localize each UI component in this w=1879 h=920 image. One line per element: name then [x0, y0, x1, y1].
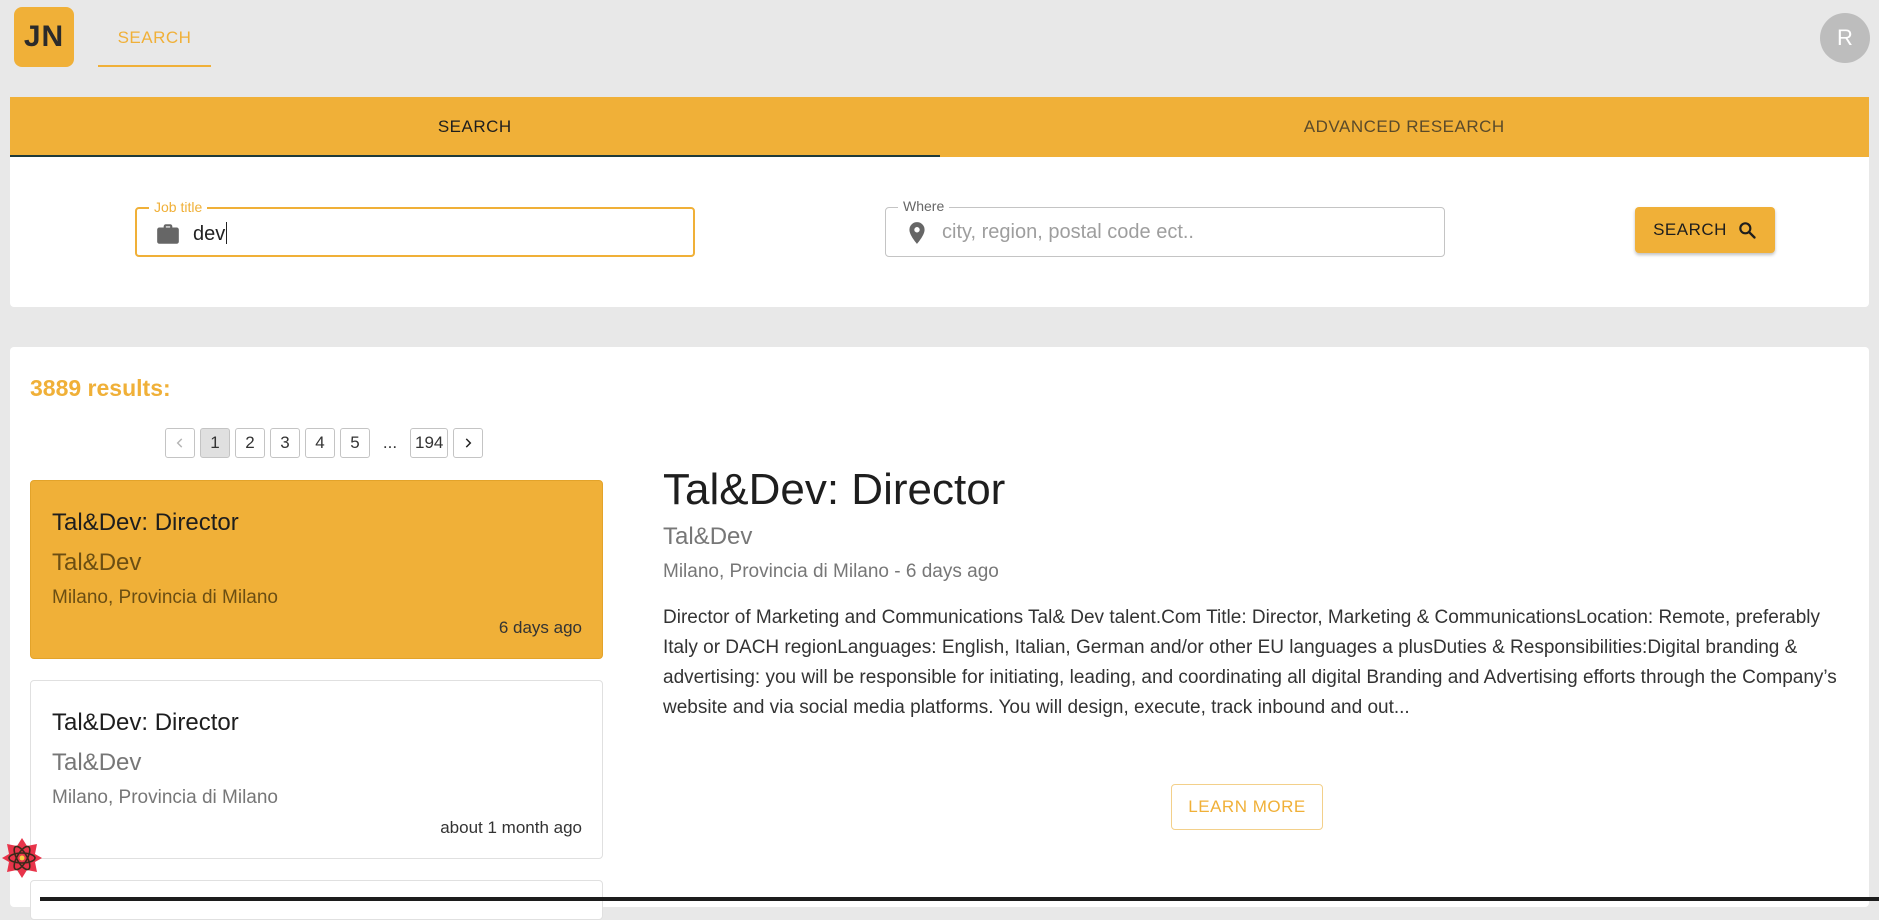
- search-button-label: SEARCH: [1653, 220, 1727, 239]
- where-field[interactable]: Where city, region, postal code ect..: [885, 198, 1445, 257]
- job-company: Tal&Dev: [52, 749, 142, 776]
- job-age: about 1 month ago: [440, 818, 582, 837]
- job-title: Tal&Dev: Director: [52, 509, 239, 536]
- page-button-1[interactable]: 1: [200, 428, 230, 458]
- next-page-button[interactable]: [453, 428, 484, 458]
- prev-page-button[interactable]: [165, 428, 195, 458]
- job-title-label: Job title: [149, 199, 208, 215]
- chevron-left-icon: [176, 438, 183, 448]
- detail-meta: Milano, Provincia di Milano - 6 days ago: [663, 561, 999, 582]
- job-title-field[interactable]: Job title dev: [135, 199, 695, 257]
- where-label: Where: [898, 198, 950, 214]
- job-list-item[interactable]: Tal&Dev: Director Tal&Dev Milano, Provin…: [30, 680, 603, 859]
- results-panel: 3889 results: 1 2 3 4 5 ... 194 Tal&Dev:…: [10, 347, 1869, 920]
- bottom-divider: [40, 897, 1879, 901]
- page-button-5[interactable]: 5: [340, 428, 370, 458]
- page-button-3[interactable]: 3: [270, 428, 300, 458]
- detail-title: Tal&Dev: Director: [663, 465, 1006, 514]
- briefcase-icon: [157, 224, 179, 244]
- job-location: Milano, Provincia di Milano: [52, 587, 278, 608]
- location-pin-icon: [909, 222, 925, 244]
- search-button[interactable]: SEARCH: [1635, 207, 1775, 253]
- search-tabs: SEARCH ADVANCED RESEARCH: [10, 97, 1869, 157]
- learn-more-button[interactable]: LEARN MORE: [1171, 784, 1323, 830]
- page-button-last[interactable]: 194: [410, 428, 449, 458]
- page-button-4[interactable]: 4: [305, 428, 335, 458]
- where-input[interactable]: city, region, postal code ect..: [942, 221, 1194, 244]
- tab-search[interactable]: SEARCH: [10, 97, 940, 157]
- user-avatar[interactable]: R: [1820, 13, 1870, 63]
- job-age: 6 days ago: [498, 618, 582, 637]
- pagination-ellipsis: ...: [382, 433, 398, 452]
- detail-company: Tal&Dev: [663, 523, 753, 550]
- job-title-input[interactable]: dev: [193, 222, 228, 246]
- job-list-item[interactable]: Tal&Dev: Director Tal&Dev Milano, Provin…: [30, 480, 603, 659]
- tab-advanced-research[interactable]: ADVANCED RESEARCH: [940, 97, 1870, 157]
- job-location: Milano, Provincia di Milano: [52, 787, 278, 808]
- app-logo[interactable]: JN: [14, 7, 74, 67]
- top-app-bar: JN SEARCH R: [0, 0, 1879, 78]
- nav-tab-search[interactable]: SEARCH: [98, 10, 211, 67]
- pagination: 1 2 3 4 5 ... 194: [165, 428, 484, 458]
- results-count: 3889 results:: [30, 375, 171, 401]
- detail-description: Director of Marketing and Communications…: [663, 607, 1837, 718]
- react-devtools-icon[interactable]: [0, 836, 44, 880]
- search-panel: SEARCH ADVANCED RESEARCH Job title dev W…: [10, 97, 1869, 307]
- job-title: Tal&Dev: Director: [52, 709, 239, 736]
- job-company: Tal&Dev: [52, 549, 142, 576]
- page-button-2[interactable]: 2: [235, 428, 265, 458]
- search-icon: [1739, 222, 1756, 239]
- chevron-right-icon: [466, 438, 472, 448]
